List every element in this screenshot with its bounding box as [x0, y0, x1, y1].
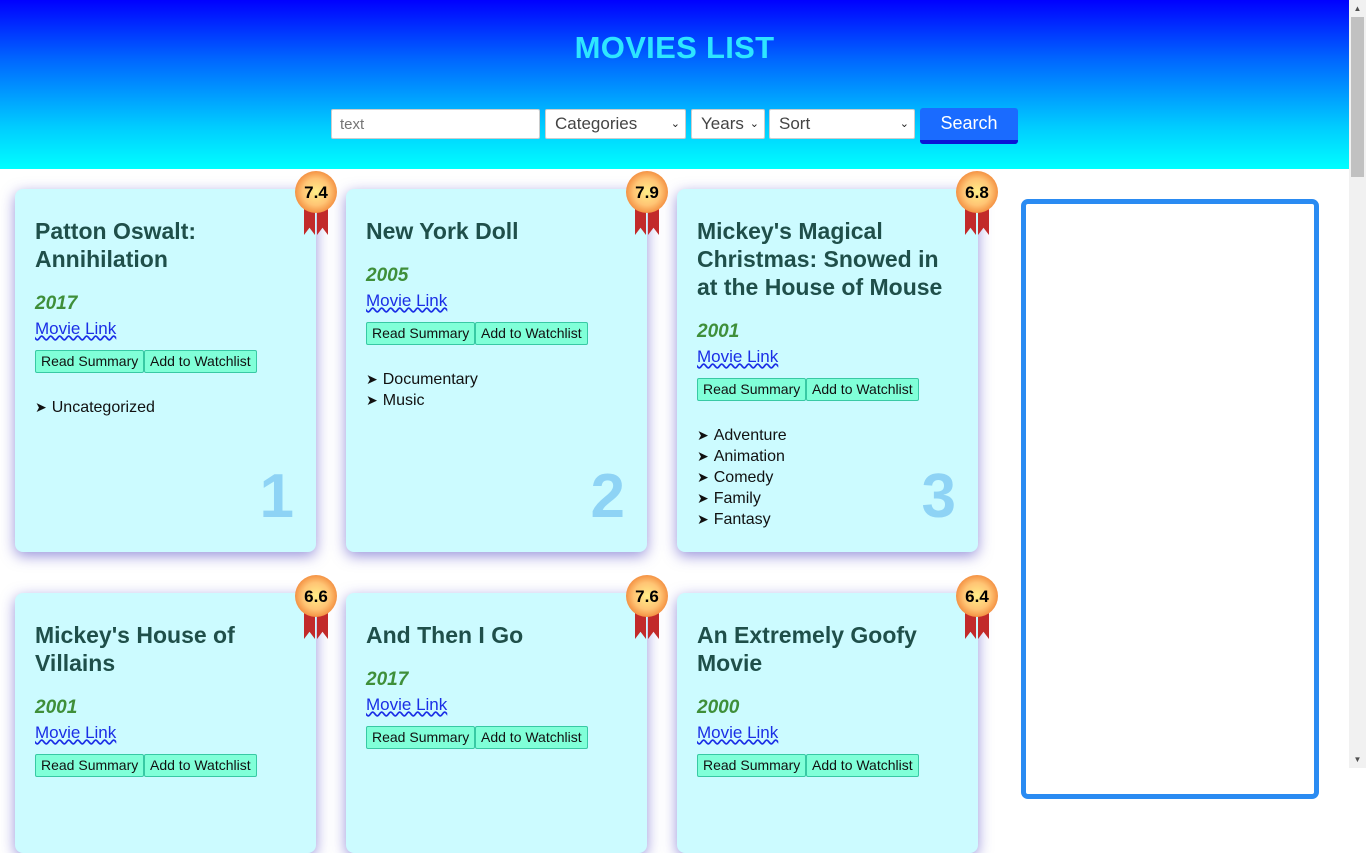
arrow-bullet-icon: ➤	[697, 448, 709, 464]
vertical-scrollbar[interactable]: ▲ ▼	[1349, 0, 1366, 768]
read-summary-button[interactable]: Read Summary	[35, 350, 145, 373]
movie-card: Patton Oswalt: Annihilation 2017 Movie L…	[15, 189, 316, 552]
category-label: Fantasy	[713, 511, 771, 528]
category-item: ➤ Adventure	[697, 425, 787, 446]
rating-value: 6.6	[295, 575, 337, 617]
category-label: Music	[382, 392, 425, 409]
ribbon-medal-icon: 7.4	[295, 171, 337, 239]
movie-card: Mickey's House of Villains 2001 Movie Li…	[15, 593, 316, 853]
rating-value: 6.8	[956, 171, 998, 213]
movie-link[interactable]: Movie Link	[35, 319, 116, 339]
add-to-watchlist-button[interactable]: Add to Watchlist	[475, 322, 588, 345]
arrow-bullet-icon: ➤	[35, 399, 47, 415]
movie-link[interactable]: Movie Link	[35, 723, 116, 743]
category-list: ➤ Adventure ➤ Animation ➤ Comedy ➤ Family ➤ F…	[697, 425, 787, 530]
movie-title: An Extremely Goofy Movie	[697, 622, 917, 676]
movie-year: 2001	[697, 321, 740, 342]
rank-number: 3	[921, 462, 956, 531]
rating-value: 7.9	[626, 171, 668, 213]
rating-value: 7.4	[295, 171, 337, 213]
category-item: ➤ Fantasy	[697, 509, 787, 530]
read-summary-button[interactable]: Read Summary	[366, 322, 476, 345]
chevron-down-icon: ⌄	[899, 118, 909, 130]
movie-year: 2001	[35, 697, 78, 718]
movie-card: Mickey's Magical Christmas: Snowed in at…	[677, 189, 978, 552]
scroll-down-arrow-icon[interactable]: ▼	[1349, 751, 1366, 768]
movie-card: And Then I Go 2017 Movie Link Read Summa…	[346, 593, 647, 853]
rating-value: 6.4	[956, 575, 998, 617]
movie-link[interactable]: Movie Link	[697, 347, 778, 367]
add-to-watchlist-button[interactable]: Add to Watchlist	[806, 378, 919, 401]
arrow-bullet-icon: ➤	[697, 427, 709, 443]
sort-select[interactable]: Sort ⌄	[769, 109, 915, 139]
arrow-bullet-icon: ➤	[366, 392, 378, 408]
category-label: Uncategorized	[51, 399, 155, 416]
ribbon-medal-icon: 6.4	[956, 575, 998, 643]
category-label: Adventure	[713, 427, 787, 444]
movie-card: An Extremely Goofy Movie 2000 Movie Link…	[677, 593, 978, 853]
read-summary-button[interactable]: Read Summary	[697, 754, 807, 777]
rank-number: 2	[590, 462, 625, 531]
ribbon-medal-icon: 7.6	[626, 575, 668, 643]
categories-select-label: Categories	[555, 114, 638, 133]
search-button[interactable]: Search	[920, 108, 1018, 144]
add-to-watchlist-button[interactable]: Add to Watchlist	[475, 726, 588, 749]
read-summary-button[interactable]: Read Summary	[366, 726, 476, 749]
movie-title: And Then I Go	[366, 622, 524, 648]
sort-select-label: Sort	[779, 114, 811, 133]
arrow-bullet-icon: ➤	[366, 371, 378, 387]
add-to-watchlist-button[interactable]: Add to Watchlist	[144, 350, 257, 373]
movie-card: New York Doll 2005 Movie Link Read Summa…	[346, 189, 647, 552]
read-summary-button[interactable]: Read Summary	[35, 754, 145, 777]
category-list: ➤ Uncategorized	[35, 397, 155, 418]
movie-title: Mickey's House of Villains	[35, 622, 235, 676]
ribbon-medal-icon: 7.9	[626, 171, 668, 239]
page-title: MOVIES LIST	[574, 30, 775, 65]
movie-year: 2017	[366, 669, 409, 690]
arrow-bullet-icon: ➤	[697, 490, 709, 506]
read-summary-button[interactable]: Read Summary	[697, 378, 807, 401]
arrow-bullet-icon: ➤	[697, 511, 709, 527]
years-select-label: Years	[701, 114, 744, 133]
category-item: ➤ Uncategorized	[35, 397, 155, 418]
category-label: Animation	[713, 448, 785, 465]
scrollbar-thumb[interactable]	[1351, 17, 1364, 177]
movie-title: New York Doll	[366, 218, 519, 244]
movie-year: 2017	[35, 293, 78, 314]
movie-link[interactable]: Movie Link	[697, 723, 778, 743]
sidebar-panel	[1021, 199, 1319, 799]
ribbon-medal-icon: 6.6	[295, 575, 337, 643]
category-item: ➤ Documentary	[366, 369, 478, 390]
movie-link[interactable]: Movie Link	[366, 291, 447, 311]
scroll-up-arrow-icon[interactable]: ▲	[1349, 0, 1366, 17]
chevron-down-icon: ⌄	[749, 118, 759, 130]
category-label: Documentary	[382, 371, 478, 388]
movie-year: 2005	[366, 265, 409, 286]
movie-link[interactable]: Movie Link	[366, 695, 447, 715]
category-item: ➤ Music	[366, 390, 478, 411]
add-to-watchlist-button[interactable]: Add to Watchlist	[806, 754, 919, 777]
category-label: Comedy	[713, 469, 774, 486]
years-select[interactable]: Years ⌄	[691, 109, 765, 139]
category-item: ➤ Comedy	[697, 467, 787, 488]
chevron-down-icon: ⌄	[670, 118, 680, 130]
add-to-watchlist-button[interactable]: Add to Watchlist	[144, 754, 257, 777]
category-item: ➤ Animation	[697, 446, 787, 467]
category-item: ➤ Family	[697, 488, 787, 509]
rank-number: 1	[259, 462, 294, 531]
ribbon-medal-icon: 6.8	[956, 171, 998, 239]
movie-title: Patton Oswalt: Annihilation	[35, 218, 197, 272]
rating-value: 7.6	[626, 575, 668, 617]
movie-title: Mickey's Magical Christmas: Snowed in at…	[697, 218, 943, 300]
header: MOVIES LIST Categories ⌄ Years ⌄ Sort ⌄ …	[0, 0, 1349, 169]
movie-year: 2000	[697, 697, 740, 718]
arrow-bullet-icon: ➤	[697, 469, 709, 485]
search-input[interactable]	[331, 109, 540, 139]
category-list: ➤ Documentary ➤ Music	[366, 369, 478, 411]
categories-select[interactable]: Categories ⌄	[545, 109, 686, 139]
category-label: Family	[713, 490, 761, 507]
